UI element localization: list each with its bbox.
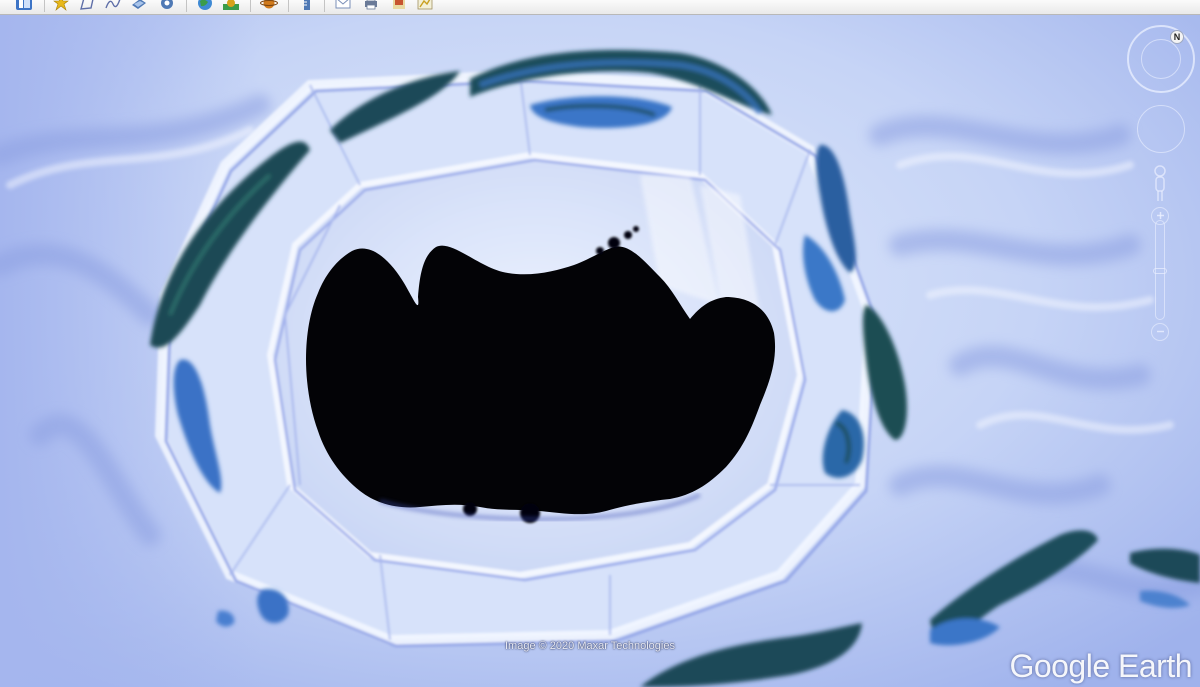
switch-planets-button[interactable] [260,0,278,11]
print-button[interactable] [362,0,380,11]
add-placemark-button[interactable] [52,0,70,11]
sidebar-toggle-button[interactable] [15,0,33,11]
record-tour-icon [161,0,173,9]
email-icon [335,0,351,9]
minus-icon [1156,330,1164,333]
print-icon [365,0,377,10]
zoom-out-button[interactable] [1151,323,1169,341]
toolbar [0,0,1200,15]
move-joystick[interactable] [1137,105,1185,153]
street-view-pegman-icon[interactable] [1150,163,1170,203]
satellite-imagery [0,15,1200,687]
add-polygon-button[interactable] [78,0,96,11]
email-button[interactable] [334,0,352,11]
historical-imagery-icon [198,0,212,10]
zoom-in-button[interactable] [1151,207,1169,225]
look-joystick[interactable] [1127,25,1195,93]
sunlight-button[interactable] [222,0,240,11]
polygon-icon [80,0,94,10]
save-image-button[interactable] [390,0,408,11]
ruler-icon [304,0,310,10]
add-path-button[interactable] [104,0,122,11]
zoom-slider-thumb[interactable] [1153,268,1167,274]
view-in-maps-button[interactable] [416,0,434,11]
image-overlay-icon [132,0,146,9]
placemark-pin-icon [53,0,69,11]
imagery-attribution: Image © 2020 Maxar Technologies [505,640,675,652]
north-arrow-icon: N [1173,31,1181,42]
north-up-button[interactable]: N [1170,30,1184,44]
save-image-icon [393,0,405,9]
look-joystick-inner-ring [1141,39,1181,79]
google-earth-window: N Image © 2020 Maxar Technologies Google… [0,0,1200,687]
path-icon [105,0,121,9]
add-image-overlay-button[interactable] [130,0,148,11]
planets-icon [260,0,278,9]
plus-icon [1156,212,1164,219]
view-in-maps-icon [417,0,433,10]
record-tour-button[interactable] [158,0,176,11]
sidebar-toggle-icon [16,0,32,10]
ruler-button[interactable] [298,0,316,11]
sunlight-icon [223,0,239,10]
historical-imagery-button[interactable] [196,0,214,11]
google-earth-logo: Google Earth [1009,648,1192,684]
map-view[interactable] [0,15,1200,687]
navigation-controls: N [1120,15,1200,355]
